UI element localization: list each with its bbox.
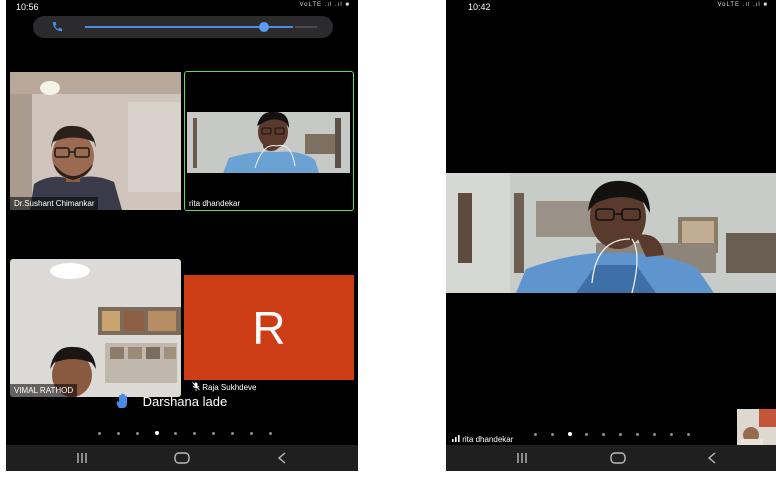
page-dot	[534, 433, 537, 436]
participant-video	[446, 173, 776, 293]
participant-name-label: VIMAL RATHOD	[10, 384, 78, 397]
self-view-thumbnail[interactable]	[737, 409, 776, 445]
back-nav-icon[interactable]	[270, 449, 294, 467]
self-view-video	[737, 409, 776, 445]
recents-nav-icon[interactable]	[70, 449, 94, 467]
page-dot	[687, 433, 690, 436]
participant-name-label-raja: Raja Sukhdeve	[192, 382, 257, 392]
home-nav-icon[interactable]	[170, 449, 194, 467]
participant-video	[185, 72, 352, 209]
network-status: VoLTE .ıl .ıl ■	[299, 2, 350, 8]
page-dot	[269, 432, 272, 435]
page-dot	[602, 433, 605, 436]
signal-icon	[452, 435, 460, 442]
status-time: 10:56	[16, 2, 39, 12]
network-status: VoLTE .ıl .ıl ■	[717, 2, 768, 8]
status-time: 10:42	[468, 2, 491, 12]
page-dot	[117, 432, 120, 435]
page-indicator[interactable]	[534, 432, 704, 438]
page-dot	[98, 432, 101, 435]
page-dot	[174, 432, 177, 435]
call-control-bar[interactable]	[33, 16, 333, 38]
participant-tile-rita[interactable]: rita dhandekar	[184, 71, 354, 211]
left-phone-screen: 10:56 VoLTE .ıl .ıl ■ Dr.Sushant Chimank…	[6, 0, 358, 471]
page-dot	[619, 433, 622, 436]
system-nav-bar	[446, 445, 776, 471]
participant-tile-raja[interactable]: R	[184, 275, 354, 380]
participant-video	[10, 259, 181, 397]
home-nav-icon[interactable]	[606, 449, 630, 467]
page-indicator[interactable]	[98, 431, 278, 437]
participant-tile-vimal[interactable]: VIMAL RATHOD	[10, 259, 181, 397]
call-progress-rest	[295, 26, 317, 28]
speaker-video[interactable]	[446, 173, 776, 293]
raised-hand-notice: Darshana lade	[115, 393, 227, 411]
page-dot	[250, 432, 253, 435]
page-dot	[568, 432, 572, 436]
system-nav-bar	[6, 445, 358, 471]
call-slider-knob[interactable]	[258, 22, 269, 32]
back-nav-icon[interactable]	[700, 449, 724, 467]
raised-hand-name: Darshana lade	[142, 394, 228, 409]
speaker-name-label: rita dhandekar	[452, 435, 513, 444]
page-dot	[155, 431, 159, 435]
participant-tile-sushant[interactable]: Dr.Sushant Chimankar	[10, 72, 181, 210]
page-dot	[231, 432, 234, 435]
mic-muted-icon	[192, 382, 200, 391]
avatar-letter: R	[252, 301, 286, 354]
participant-video	[10, 72, 181, 210]
page-dot	[193, 432, 196, 435]
page-dot	[212, 432, 215, 435]
page-dot	[551, 433, 554, 436]
status-bar: 10:56 VoLTE .ıl .ıl ■	[6, 0, 358, 14]
page-dot	[653, 433, 656, 436]
page-dot	[670, 433, 673, 436]
page-dot	[136, 432, 139, 435]
avatar: R	[184, 275, 354, 380]
recents-nav-icon[interactable]	[510, 449, 534, 467]
phone-icon[interactable]	[51, 21, 63, 33]
participant-name-label: Dr.Sushant Chimankar	[10, 197, 99, 210]
right-phone-screen: 10:42 VoLTE .ıl .ıl ■ rita dhandekar	[446, 0, 776, 471]
page-dot	[636, 433, 639, 436]
participant-name-label: rita dhandekar	[185, 197, 245, 210]
page-dot	[585, 433, 588, 436]
participant-name: Raja Sukhdeve	[202, 383, 257, 392]
status-bar: 10:42 VoLTE .ıl .ıl ■	[446, 0, 776, 14]
speaker-name: rita dhandekar	[462, 435, 514, 444]
raise-hand-icon	[116, 393, 127, 408]
